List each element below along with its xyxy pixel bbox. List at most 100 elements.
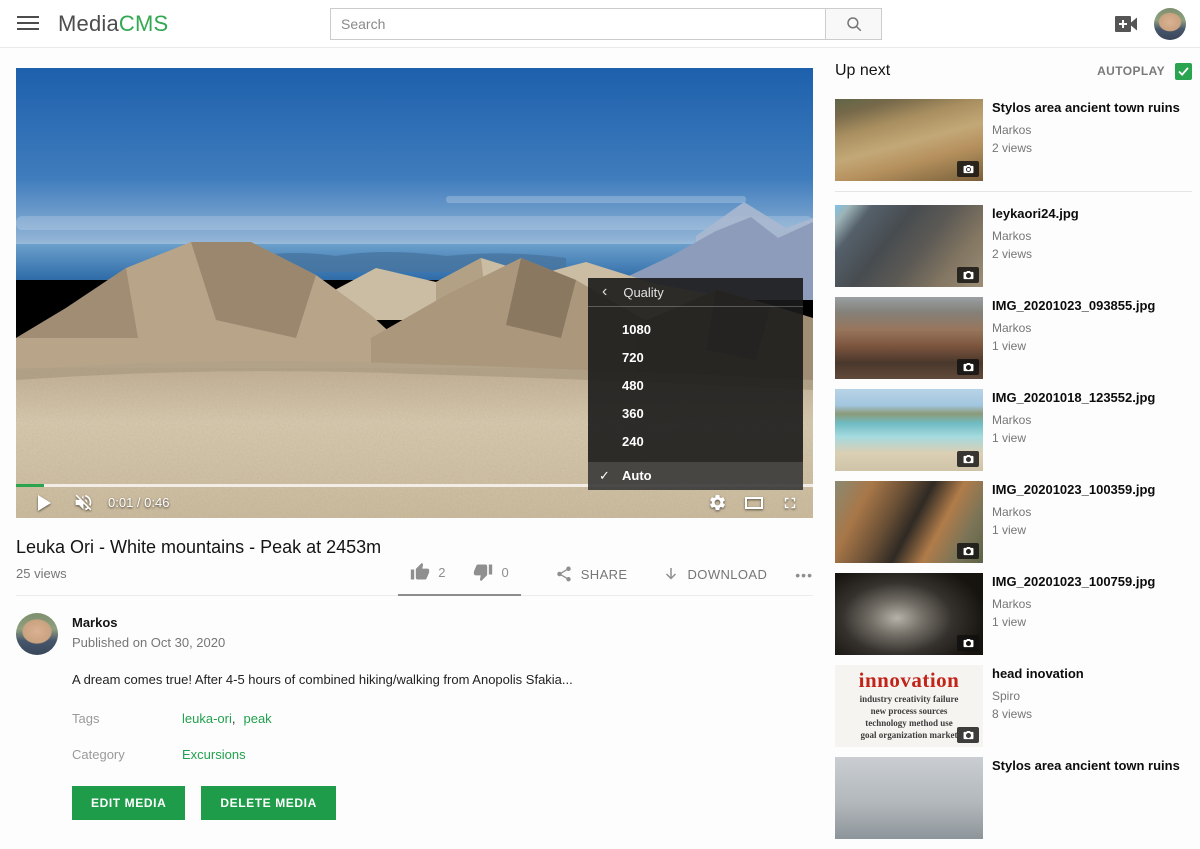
video-thumbnail[interactable] [835,481,983,563]
list-item[interactable]: innovation industry creativity failure n… [835,665,1192,747]
meta-row: 25 views 2 0 SHARE DOWNLOAD •• [16,562,813,596]
video-title[interactable]: IMG_20201023_093855.jpg [992,298,1155,314]
dislike-count: 0 [501,565,508,580]
tags-label: Tags [72,711,182,726]
fullscreen-icon[interactable] [781,494,799,512]
video-thumbnail[interactable]: innovation industry creativity failure n… [835,665,983,747]
up-next-title: Up next [835,62,890,80]
media-actions: EDIT MEDIA DELETE MEDIA [72,786,813,820]
quality-option-auto[interactable]: ✓ Auto [588,462,803,490]
video-title[interactable]: leykaori24.jpg [992,206,1079,222]
upload-media-icon[interactable] [1114,14,1138,34]
list-item[interactable]: Stylos area ancient town ruins Markos 2 … [835,99,1192,181]
share-button[interactable]: SHARE [555,565,628,595]
video-player[interactable]: ‹ Quality 1080 720 480 360 240 ✓ Auto 0:… [16,68,813,518]
video-thumbnail[interactable] [835,573,983,655]
mute-icon[interactable] [73,492,94,513]
video-thumbnail[interactable] [835,389,983,471]
publish-date: Published on Oct 30, 2020 [72,635,225,650]
author-avatar[interactable] [16,613,58,655]
video-views: 2 views [992,247,1079,261]
play-button[interactable] [38,495,51,511]
video-title[interactable]: IMG_20201023_100359.jpg [992,482,1155,498]
autoplay-checkbox[interactable] [1175,63,1192,80]
download-icon [662,565,680,583]
video-author: Markos [992,229,1079,243]
quality-menu: ‹ Quality 1080 720 480 360 240 ✓ Auto [588,278,803,490]
dislike-button[interactable]: 0 [473,562,508,582]
thumb-down-icon [473,562,493,582]
download-button[interactable]: DOWNLOAD [662,565,768,595]
video-thumbnail[interactable] [835,757,983,839]
video-thumbnail[interactable] [835,99,983,181]
user-avatar[interactable] [1154,8,1186,40]
video-author: Markos [992,321,1155,335]
settings-icon[interactable] [708,493,727,512]
edit-media-button[interactable]: EDIT MEDIA [72,786,185,820]
author-name[interactable]: Markos [72,615,225,630]
video-author: Markos [992,597,1155,611]
up-next-sidebar: Up next AUTOPLAY Stylos area ancient tow… [835,62,1192,849]
tag-link-leuka-ori[interactable]: leuka-ori [182,711,232,726]
quality-option-360[interactable]: 360 [588,400,803,428]
quality-option-720[interactable]: 720 [588,344,803,372]
tag-link-peak[interactable]: peak [243,711,271,726]
sidebar-header: Up next AUTOPLAY [835,62,1192,80]
search-icon [845,15,863,33]
search-input[interactable] [330,8,826,40]
search-button[interactable] [826,8,882,40]
list-item[interactable]: Stylos area ancient town ruins [835,757,1192,839]
tag-separator: , [232,711,236,726]
quality-menu-back[interactable]: ‹ Quality [588,278,803,307]
camera-icon [957,267,979,283]
like-button[interactable]: 2 [410,562,445,582]
quality-option-1080[interactable]: 1080 [588,316,803,344]
video-thumbnail[interactable] [835,297,983,379]
camera-icon [957,451,979,467]
video-title[interactable]: IMG_20201018_123552.jpg [992,390,1155,406]
app-logo[interactable]: MediaCMS [58,11,168,37]
category-label: Category [72,747,182,762]
list-item[interactable]: leykaori24.jpg Markos 2 views [835,205,1192,287]
wordcloud-text: industry creativity failure [835,693,983,705]
camera-icon [957,161,979,177]
video-title[interactable]: IMG_20201023_100759.jpg [992,574,1155,590]
more-options-button[interactable]: ••• [795,567,813,595]
checkmark-icon [1178,67,1189,76]
author-row: Markos Published on Oct 30, 2020 [16,613,813,655]
share-icon [555,565,573,583]
video-title[interactable]: Stylos area ancient town ruins [992,100,1180,116]
related-media-list: Stylos area ancient town ruins Markos 2 … [835,99,1192,839]
video-views: 2 views [992,141,1180,155]
list-item[interactable]: IMG_20201023_100759.jpg Markos 1 view [835,573,1192,655]
video-author: Markos [992,505,1155,519]
list-item[interactable]: IMG_20201018_123552.jpg Markos 1 view [835,389,1192,471]
video-title[interactable]: Stylos area ancient town ruins [992,758,1180,774]
checkmark-icon: ✓ [599,462,610,490]
view-count: 25 views [16,566,67,595]
camera-icon [957,727,979,743]
autoplay-label: AUTOPLAY [1097,64,1165,78]
wordcloud-main-text: innovation [835,668,983,693]
quality-option-480[interactable]: 480 [588,372,803,400]
video-author: Markos [992,123,1180,137]
delete-media-button[interactable]: DELETE MEDIA [201,786,336,820]
list-item[interactable]: IMG_20201023_093855.jpg Markos 1 view [835,297,1192,379]
page-title: Leuka Ori - White mountains - Peak at 24… [16,537,813,558]
list-item[interactable]: IMG_20201023_100359.jpg Markos 1 view [835,481,1192,563]
menu-icon[interactable] [17,16,39,32]
category-row: Category Excursions [72,747,813,762]
video-title[interactable]: head inovation [992,666,1084,682]
time-display: 0:01 / 0:46 [108,495,169,510]
category-link[interactable]: Excursions [182,747,246,762]
video-views: 1 view [992,339,1155,353]
camera-icon [957,359,979,375]
video-views: 8 views [992,707,1084,721]
quality-option-240[interactable]: 240 [588,428,803,456]
logo-text-media: Media [58,11,119,36]
video-thumbnail[interactable] [835,205,983,287]
theater-mode-icon[interactable] [744,495,764,511]
chevron-left-icon: ‹ [602,283,607,301]
download-label: DOWNLOAD [688,567,768,582]
video-views: 1 view [992,523,1155,537]
